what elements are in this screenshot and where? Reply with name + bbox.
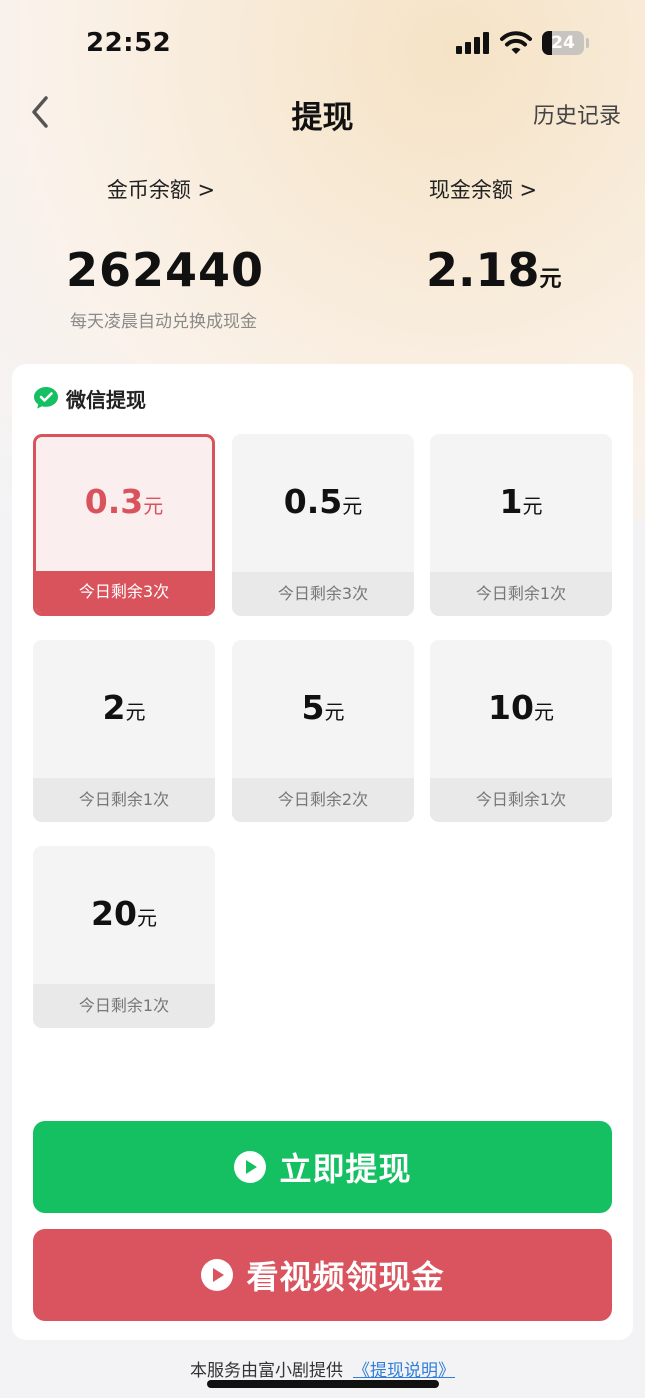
home-indicator xyxy=(207,1380,439,1388)
wifi-icon xyxy=(500,31,532,54)
wechat-withdraw-label: 微信提现 xyxy=(66,388,146,412)
option-remaining: 今日剩余1次 xyxy=(33,778,215,822)
option-unit: 元 xyxy=(125,700,146,724)
coin-balance-value: 262440 xyxy=(66,243,265,297)
cash-balance: 2.18元 xyxy=(426,243,562,297)
option-amount-text: 10元 xyxy=(430,688,612,727)
amount-option-20[interactable]: 20元 今日剩余1次 xyxy=(33,846,215,1028)
option-amount-text: 5元 xyxy=(232,688,414,727)
battery-tip xyxy=(586,38,589,48)
option-unit: 元 xyxy=(522,494,543,518)
history-records-link[interactable]: 历史记录 xyxy=(533,98,621,130)
option-amount-text: 0.3元 xyxy=(36,482,212,521)
option-amount: 0.3 xyxy=(84,482,144,521)
amount-option-0.3[interactable]: 0.3元 今日剩余3次 xyxy=(33,434,215,616)
withdraw-now-button[interactable]: 立即提现 xyxy=(33,1121,612,1213)
withdraw-instructions-link[interactable]: 《提现说明》 xyxy=(353,1361,455,1381)
wechat-icon xyxy=(34,387,58,409)
amount-option-0.5[interactable]: 0.5元 今日剩余3次 xyxy=(232,434,414,616)
option-unit: 元 xyxy=(136,906,157,930)
cash-balance-link[interactable]: 现金余额 > xyxy=(383,174,583,204)
amount-option-2[interactable]: 2元 今日剩余1次 xyxy=(33,640,215,822)
option-amount: 20 xyxy=(91,894,137,933)
option-amount-text: 2元 xyxy=(33,688,215,727)
option-amount-text: 20元 xyxy=(33,894,215,933)
option-amount: 5 xyxy=(301,688,325,727)
option-amount: 2 xyxy=(102,688,126,727)
option-unit: 元 xyxy=(533,700,554,724)
battery-percent: 24 xyxy=(551,33,575,53)
option-remaining: 今日剩余1次 xyxy=(33,984,215,1028)
withdraw-now-label: 立即提现 xyxy=(279,1150,412,1188)
signal-icon xyxy=(456,32,492,54)
watch-video-label: 看视频领现金 xyxy=(246,1258,445,1296)
option-remaining: 今日剩余3次 xyxy=(36,571,212,613)
option-remaining: 今日剩余2次 xyxy=(232,778,414,822)
amount-option-5[interactable]: 5元 今日剩余2次 xyxy=(232,640,414,822)
option-amount: 1 xyxy=(499,482,523,521)
watch-video-button[interactable]: 看视频领现金 xyxy=(33,1229,612,1321)
option-unit: 元 xyxy=(324,700,345,724)
play-circle-icon xyxy=(201,1259,234,1291)
play-circle-icon xyxy=(234,1151,267,1183)
option-unit: 元 xyxy=(143,494,164,518)
status-time: 22:52 xyxy=(86,28,172,58)
footer: 本服务由富小剧提供 《提现说明》 xyxy=(0,1356,645,1381)
option-remaining: 今日剩余1次 xyxy=(430,572,612,616)
option-unit: 元 xyxy=(342,494,363,518)
status-bar: 22:52 24 xyxy=(0,0,645,88)
battery-icon: 24 xyxy=(542,31,584,55)
option-amount: 10 xyxy=(488,688,534,727)
coin-exchange-note: 每天凌晨自动兑换成现金 xyxy=(70,312,257,332)
cash-balance-unit: 元 xyxy=(539,267,562,292)
amount-option-10[interactable]: 10元 今日剩余1次 xyxy=(430,640,612,822)
option-amount-text: 0.5元 xyxy=(232,482,414,521)
withdraw-card: 微信提现 0.3元 今日剩余3次 0.5元 今日剩余3次 1元 今日剩余1次 2… xyxy=(12,364,633,1340)
option-amount: 0.5 xyxy=(283,482,343,521)
option-remaining: 今日剩余3次 xyxy=(232,572,414,616)
amount-option-1[interactable]: 1元 今日剩余1次 xyxy=(430,434,612,616)
coin-balance-link[interactable]: 金币余额 > xyxy=(61,174,261,204)
provider-text: 本服务由富小剧提供 xyxy=(190,1361,343,1381)
option-remaining: 今日剩余1次 xyxy=(430,778,612,822)
option-amount-text: 1元 xyxy=(430,482,612,521)
cash-balance-value: 2.18 xyxy=(426,243,540,297)
